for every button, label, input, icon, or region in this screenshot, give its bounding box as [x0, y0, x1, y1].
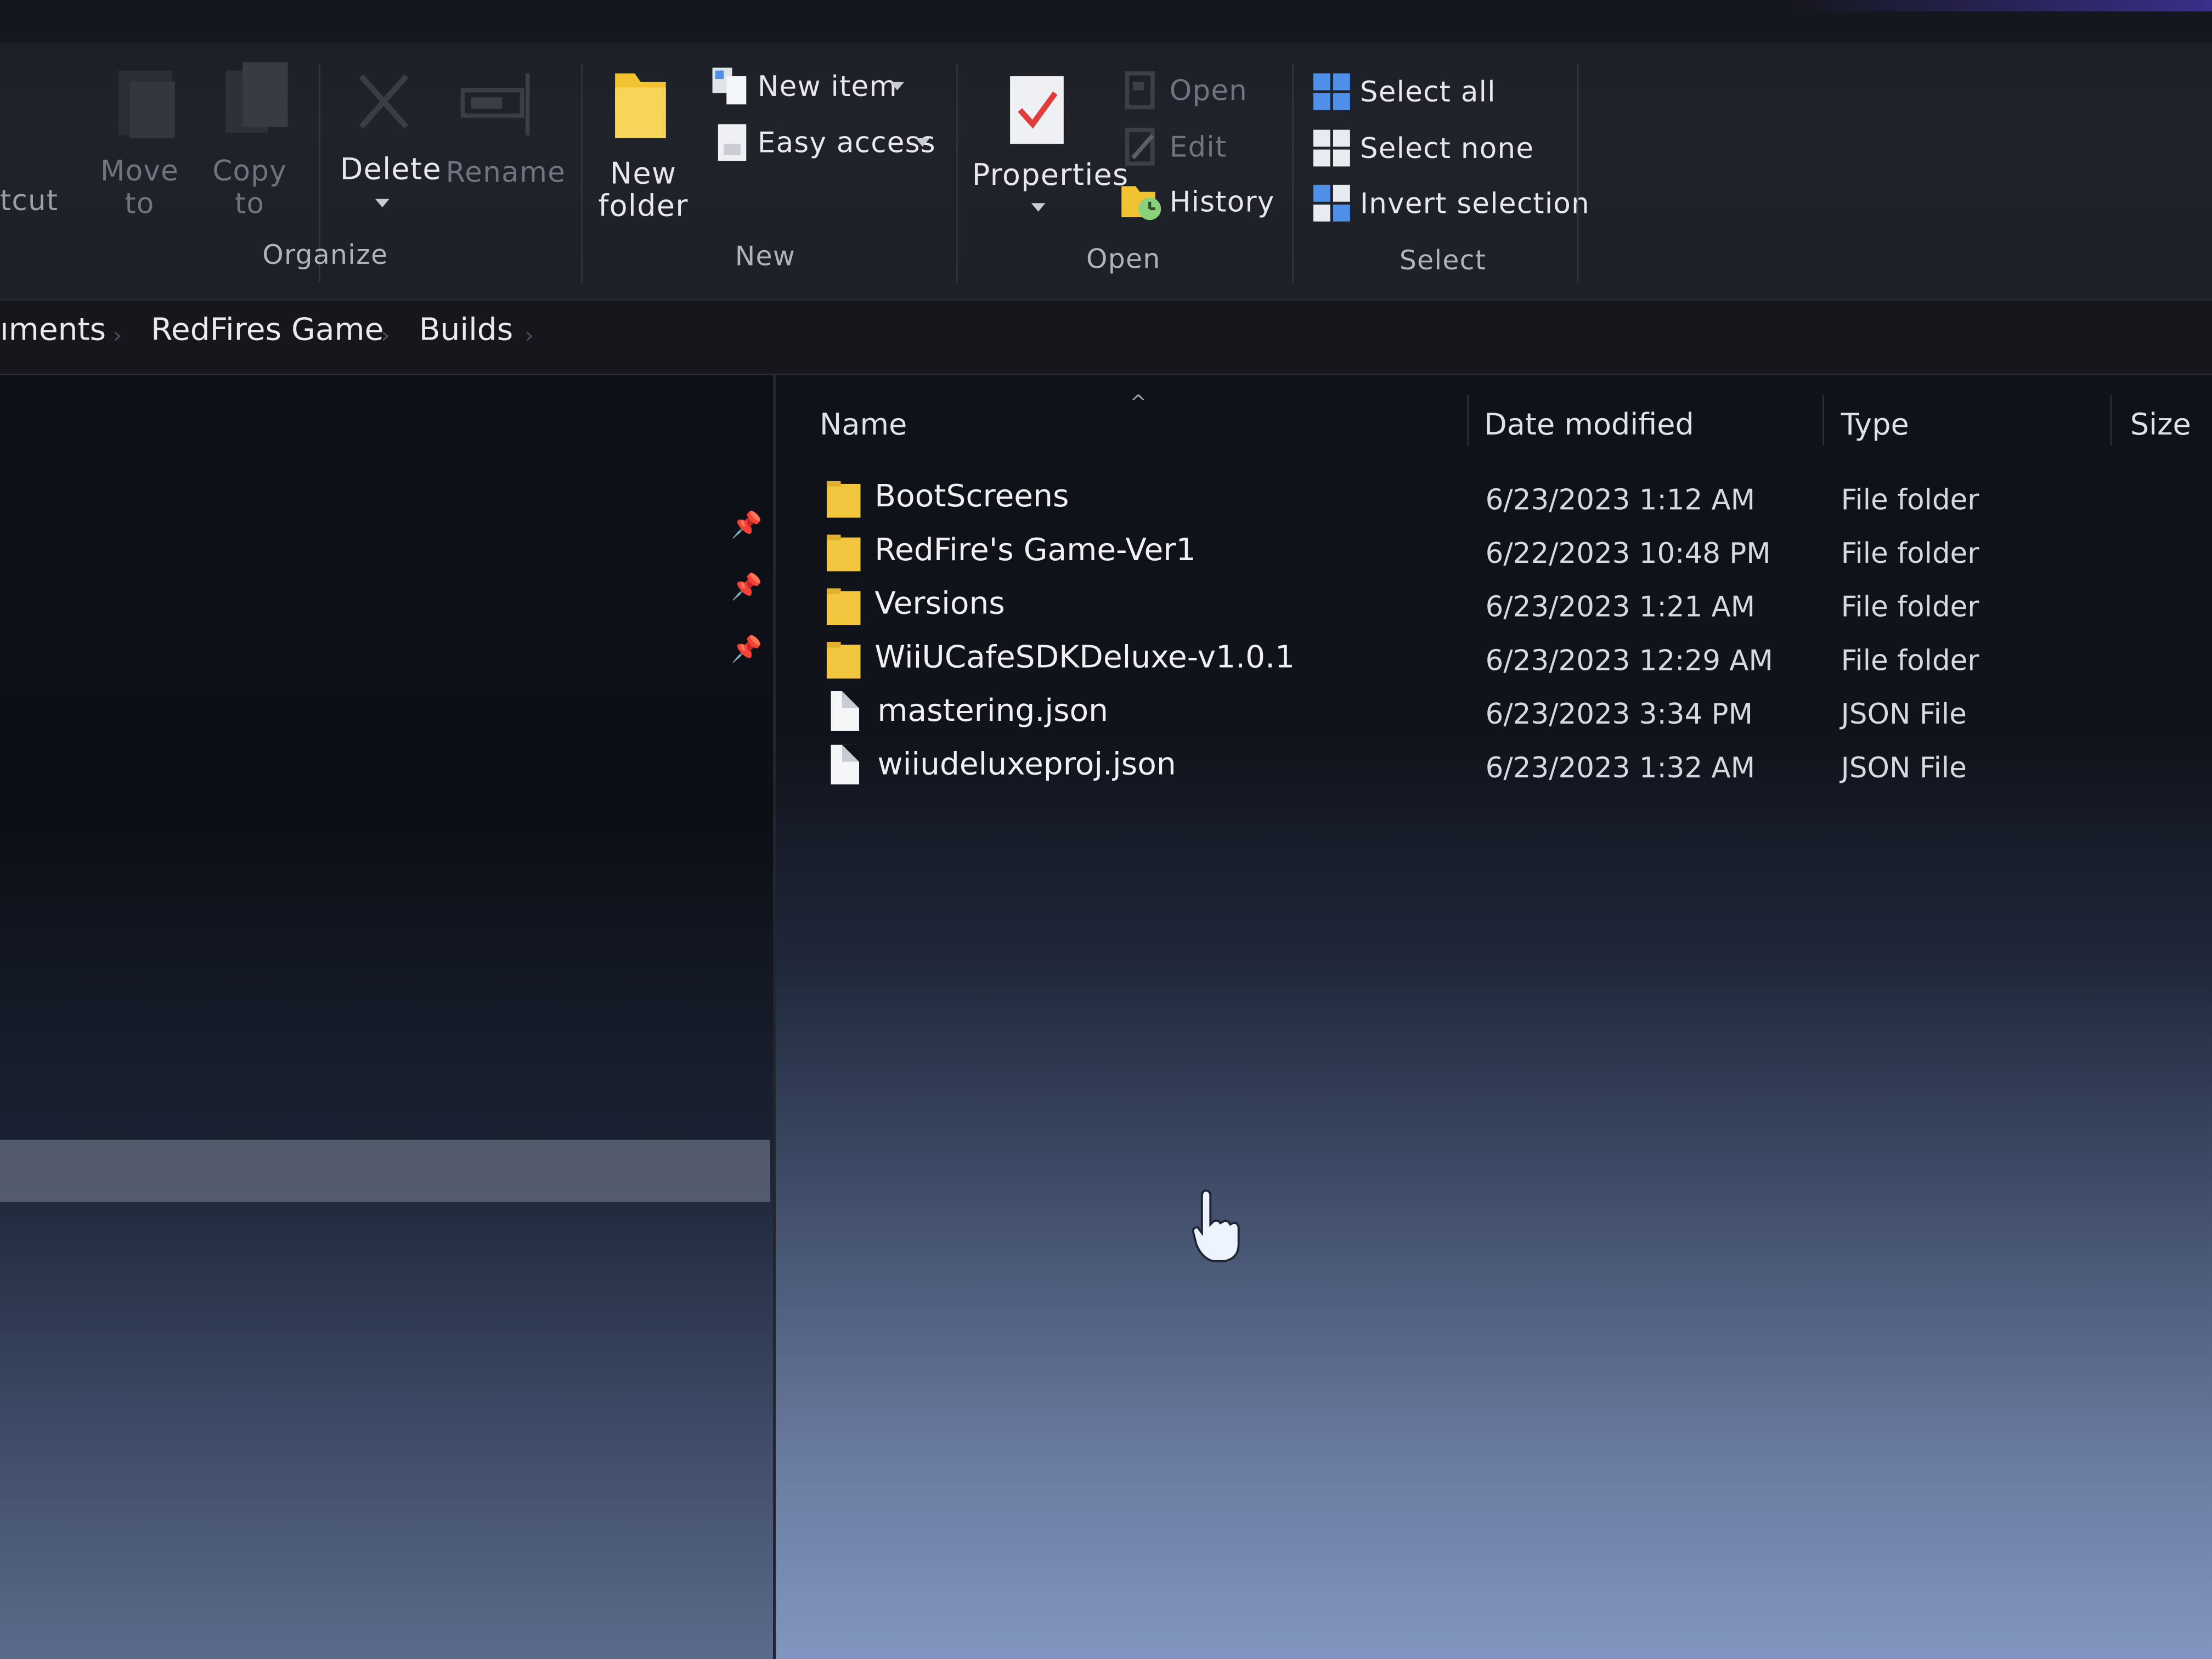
- edit-label: Edit: [1169, 129, 1227, 164]
- new-item-dropdown-caret[interactable]: [890, 82, 905, 91]
- select-none-label: Select none: [1359, 131, 1534, 165]
- rename-label: Rename: [445, 155, 566, 189]
- paste-shortcut-button[interactable]: tcut: [0, 183, 58, 217]
- history-label: History: [1169, 184, 1275, 219]
- breadcrumb-chevron-icon[interactable]: ›: [525, 321, 534, 348]
- new-item-icon: [712, 67, 747, 105]
- history-icon: [1121, 186, 1161, 221]
- window-accent: [1788, 0, 2212, 12]
- copy-to-icon: [225, 62, 288, 133]
- pin-icon[interactable]: 📌: [731, 573, 763, 602]
- move-to-label-line1: Move: [100, 154, 179, 188]
- invert-selection-icon: [1313, 184, 1350, 222]
- column-divider[interactable]: [2110, 394, 2112, 446]
- ribbon-home-tab: tcut Move to Copy to Delete Rename Organ…: [0, 0, 2212, 300]
- file-type: JSON File: [1841, 750, 1967, 785]
- new-folder-label-line1: New: [610, 156, 677, 191]
- new-item-label: New item: [757, 69, 898, 103]
- file-name: WiiUCafeSDKDeluxe-v1.0.1: [874, 640, 1295, 676]
- file-row[interactable]: mastering.json 6/23/2023 3:34 PM JSON Fi…: [818, 689, 2212, 742]
- pin-icon[interactable]: 📌: [731, 635, 763, 664]
- file-row[interactable]: BootScreens 6/23/2023 1:12 AM File folde…: [818, 474, 2212, 528]
- easy-access-icon: [718, 124, 747, 161]
- file-date: 6/23/2023 1:21 AM: [1485, 589, 1756, 624]
- breadcrumb-builds[interactable]: Builds: [419, 313, 513, 348]
- folder-icon: [826, 534, 861, 572]
- navigation-selected-item[interactable]: [0, 1139, 770, 1202]
- properties-label: Properties: [972, 157, 1129, 192]
- file-date: 6/23/2023 1:32 AM: [1485, 750, 1756, 785]
- new-folder-label-line2: folder: [598, 189, 689, 223]
- file-name: Versions: [874, 586, 1005, 622]
- file-row[interactable]: Versions 6/23/2023 1:21 AM File folder: [818, 581, 2212, 635]
- file-name: BootScreens: [874, 479, 1069, 515]
- invert-selection-label: Invert selection: [1359, 186, 1590, 221]
- ribbon-separator: [581, 63, 583, 283]
- breadcrumb-chevron-icon[interactable]: ›: [113, 321, 122, 348]
- properties-dropdown-caret[interactable]: [1031, 203, 1046, 212]
- ribbon-separator: [1577, 63, 1579, 283]
- file-date: 6/22/2023 10:48 PM: [1485, 536, 1771, 570]
- select-all-label: Select all: [1359, 75, 1496, 109]
- ribbon-separator: [1292, 63, 1294, 283]
- open-icon: [1125, 71, 1155, 110]
- folder-icon: [826, 588, 861, 625]
- delete-x-icon: [359, 74, 409, 129]
- file-row[interactable]: wiiudeluxeproj.json 6/23/2023 1:32 AM JS…: [818, 742, 2212, 796]
- file-name: wiiudeluxeproj.json: [877, 747, 1176, 783]
- copy-to-label-line1: Copy: [212, 154, 287, 188]
- file-type: File folder: [1841, 643, 1979, 678]
- select-group-label: Select: [1399, 245, 1487, 276]
- file-explorer-window: tcut Move to Copy to Delete Rename Organ…: [0, 0, 2212, 1659]
- file-type: File folder: [1841, 482, 1979, 517]
- open-group-label: Open: [1086, 244, 1161, 275]
- breadcrumb-redfires-game[interactable]: RedFires Game: [151, 313, 383, 348]
- ribbon-separator: [956, 63, 958, 283]
- file-type: File folder: [1841, 536, 1979, 570]
- file-row[interactable]: WiiUCafeSDKDeluxe-v1.0.1 6/23/2023 12:29…: [818, 635, 2212, 689]
- file-date: 6/23/2023 3:34 PM: [1485, 697, 1753, 731]
- column-divider[interactable]: [1822, 394, 1824, 446]
- hand-pointer-cursor-icon: [1192, 1189, 1240, 1262]
- sort-ascending-icon: ^: [1130, 392, 1147, 415]
- rename-icon: [460, 73, 530, 136]
- select-all-icon: [1313, 73, 1350, 110]
- column-header-name[interactable]: Name: [820, 408, 907, 442]
- properties-checkmark-icon: [1010, 76, 1064, 144]
- new-folder-icon: [615, 73, 666, 138]
- pin-icon[interactable]: 📌: [731, 511, 763, 540]
- column-header-size[interactable]: Size: [2130, 408, 2191, 442]
- move-to-icon: [118, 70, 175, 138]
- json-file-icon: [831, 691, 859, 731]
- edit-pencil-icon: [1125, 127, 1155, 166]
- file-date: 6/23/2023 12:29 AM: [1485, 643, 1773, 678]
- easy-access-label: Easy access: [757, 125, 936, 160]
- folder-icon: [826, 481, 861, 518]
- open-label: Open: [1169, 73, 1248, 108]
- new-group-label: New: [735, 241, 796, 273]
- column-header-type[interactable]: Type: [1841, 408, 1909, 442]
- breadcrumb-documents[interactable]: ıments: [0, 313, 106, 348]
- file-name: mastering.json: [877, 694, 1109, 730]
- file-row[interactable]: RedFire's Game-Ver1 6/22/2023 10:48 PM F…: [818, 528, 2212, 582]
- file-date: 6/23/2023 1:12 AM: [1485, 482, 1756, 517]
- navigation-pane[interactable]: [0, 375, 774, 1659]
- folder-icon: [826, 641, 861, 679]
- select-none-icon: [1313, 129, 1350, 167]
- file-name: RedFire's Game-Ver1: [874, 533, 1196, 569]
- file-type: File folder: [1841, 589, 1979, 624]
- organize-group-label: Organize: [262, 240, 388, 271]
- file-type: JSON File: [1841, 697, 1967, 731]
- easy-access-dropdown-caret[interactable]: [915, 138, 930, 147]
- delete-label: Delete: [340, 152, 442, 187]
- json-file-icon: [831, 744, 859, 785]
- column-divider[interactable]: [1467, 394, 1469, 446]
- column-header-date-modified[interactable]: Date modified: [1484, 408, 1694, 442]
- copy-to-label-line2: to: [235, 186, 265, 221]
- move-to-label-line2: to: [125, 186, 155, 221]
- breadcrumb-chevron-icon[interactable]: ›: [381, 321, 390, 348]
- delete-dropdown-caret[interactable]: [375, 199, 390, 207]
